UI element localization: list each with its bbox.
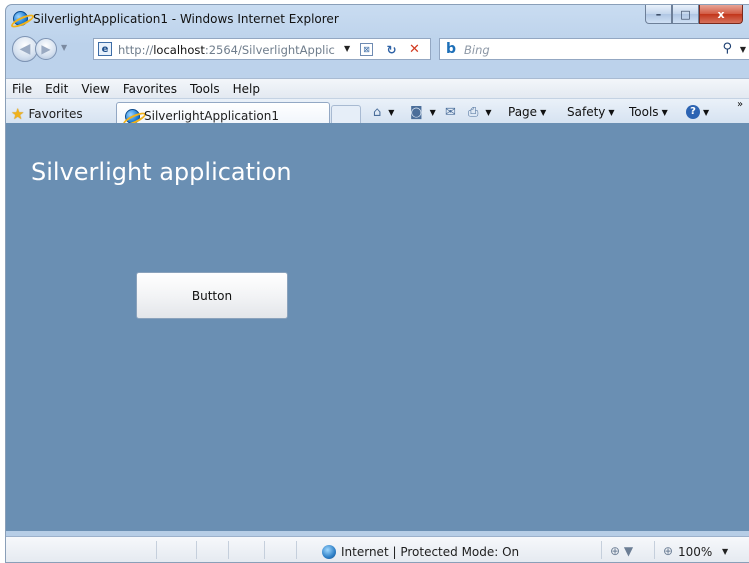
favorites-star-icon: ★ [11,105,25,123]
help-icon: ? [686,105,700,119]
favorites-button[interactable]: ★ Favorites [11,105,83,123]
refresh-icon[interactable]: ↻ [383,41,400,58]
help-menu-button[interactable]: ? ▼ [686,105,709,119]
menu-file[interactable]: File [12,82,32,96]
status-bar: Internet | Protected Mode: On ⊕ ▼ ⊕ 100%… [6,536,749,562]
page-menu-label: Page [508,105,538,119]
status-divider [601,541,602,559]
chevron-down-icon: ▼ [429,108,436,117]
home-icon: ⌂ [373,105,382,120]
tools-menu-label: Tools [629,105,659,119]
zoom-dropdown-icon[interactable]: ▼ [722,547,728,556]
chevron-down-icon: ▼ [703,107,710,117]
home-button[interactable]: ⌂ ▼ [373,105,394,120]
protected-mode-icon[interactable]: ⊕ ▼ [610,544,633,558]
menu-tools[interactable]: Tools [190,82,220,96]
feeds-button[interactable]: ◙ ▼ [410,105,436,120]
back-arrow-icon: ◀ [19,41,31,57]
status-divider [654,541,655,559]
internet-zone-globe-icon [322,545,336,559]
forward-button[interactable]: ▶ [35,38,57,60]
stop-icon[interactable]: ✕ [406,41,423,58]
url-text[interactable]: http://localhost:2564/SilverlightApplic [118,43,340,57]
chevron-down-icon: ▼ [608,107,615,117]
url-host: localhost [153,43,205,57]
address-row: ◀ ▶ ▼ e http://localhost:2564/Silverligh… [6,35,749,65]
close-button[interactable]: x [699,5,743,24]
status-divider [296,541,297,559]
safety-menu-button[interactable]: Safety ▼ [567,105,615,119]
chevron-down-icon: ▼ [540,107,547,117]
silverlight-button[interactable]: Button [136,272,288,319]
mail-icon: ✉ [445,105,456,120]
page-title: Silverlight application [31,158,292,186]
menu-help[interactable]: Help [233,82,260,96]
menu-bar: File Edit View Favorites Tools Help [6,78,749,98]
search-box[interactable]: b Bing ⚲ ▼ [439,38,749,60]
tools-menu-button[interactable]: Tools ▼ [629,105,668,119]
read-mail-button[interactable]: ✉ [445,105,460,120]
bing-logo-icon: b [446,41,457,57]
zoom-level[interactable]: 100% [678,545,712,559]
print-button[interactable]: ⎙ ▼ [468,105,492,120]
chevron-down-icon: ▼ [485,108,492,117]
chevron-down-icon: ▼ [661,107,668,117]
address-bar[interactable]: e http://localhost:2564/SilverlightAppli… [93,38,431,60]
chevron-down-icon: ▼ [388,108,395,117]
status-divider [264,541,265,559]
page-icon: e [98,42,112,56]
minimize-button[interactable]: – [645,5,672,24]
caption-buttons: – □ x [645,5,743,24]
search-input[interactable]: Bing [464,43,490,57]
title-bar: SilverlightApplication1 - Windows Intern… [6,5,749,33]
search-options-dropdown[interactable]: ▼ [740,45,746,54]
menu-view[interactable]: View [81,82,109,96]
menu-edit[interactable]: Edit [45,82,68,96]
print-icon: ⎙ [468,105,479,120]
zoom-icon[interactable]: ⊕ [663,544,673,558]
window-title: SilverlightApplication1 - Windows Intern… [33,12,339,26]
recent-pages-dropdown[interactable]: ▼ [61,43,67,52]
favorites-label: Favorites [28,107,83,121]
forward-arrow-icon: ▶ [41,42,51,56]
status-divider [228,541,229,559]
silverlight-content-area: Silverlight application Button [6,123,749,531]
menu-favorites[interactable]: Favorites [123,82,177,96]
feeds-icon: ◙ [410,105,423,120]
tab-label: SilverlightApplication1 [144,109,279,123]
ie-logo-icon [13,11,28,26]
tab-page-icon [125,109,140,124]
more-commands-button[interactable]: » [737,99,743,110]
status-divider [196,541,197,559]
search-icon[interactable]: ⚲ [722,41,732,56]
page-menu-button[interactable]: Page ▼ [508,105,546,119]
security-zone-text[interactable]: Internet | Protected Mode: On [341,545,519,559]
compatibility-view-icon[interactable]: ⊠ [360,43,373,56]
maximize-button[interactable]: □ [672,5,699,24]
status-divider [156,541,157,559]
address-dropdown-icon[interactable]: ▼ [344,44,350,53]
safety-menu-label: Safety [567,105,606,119]
